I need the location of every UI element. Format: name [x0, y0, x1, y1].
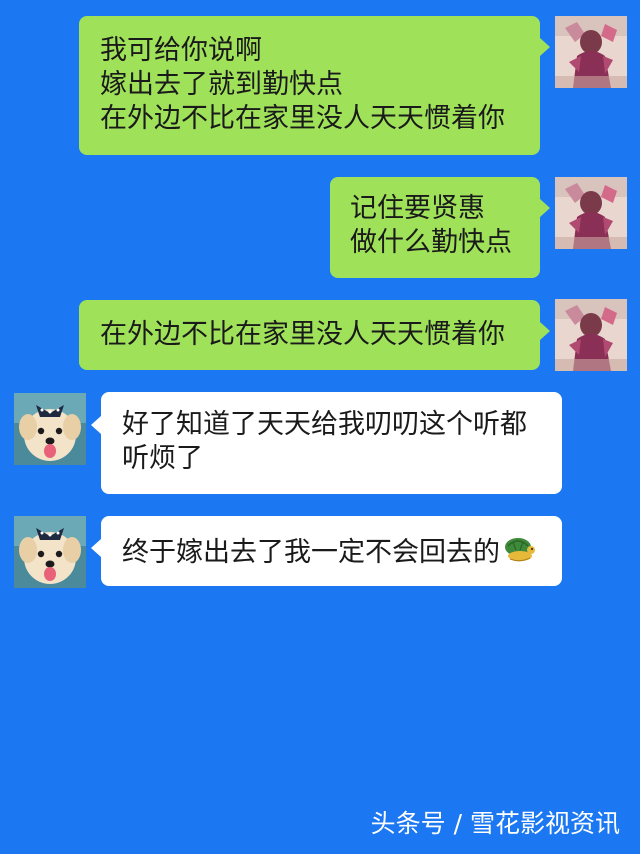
message-line: 好了知道了天天给我叨叨这个听都	[122, 409, 527, 440]
message-bubble-sent[interactable]: 记住要贤惠 做什么勤快点	[330, 177, 540, 278]
message-text: 终于嫁出去了我一定不会回去的	[122, 537, 500, 568]
bubble-tail	[540, 38, 550, 56]
avatar-me[interactable]	[555, 16, 627, 88]
message-line: 在外边不比在家里没人天天惯着你	[100, 319, 505, 350]
avatar-dog[interactable]	[14, 516, 86, 588]
message-bubble-sent[interactable]: 在外边不比在家里没人天天惯着你	[79, 300, 540, 370]
message-line: 终于嫁出去了我一定不会回去的	[122, 534, 562, 573]
message-line: 我可给你说啊	[100, 35, 262, 66]
message-line: 嫁出去了就到勤快点	[100, 69, 343, 100]
avatar-me[interactable]	[555, 299, 627, 371]
chat-screen: 我可给你说啊 嫁出去了就到勤快点 在外边不比在家里没人天天惯着你 记住要贤惠 做…	[0, 0, 640, 854]
message-bubble-received[interactable]: 好了知道了天天给我叨叨这个听都 听烦了	[101, 392, 562, 494]
bubble-tail	[540, 322, 550, 340]
bubble-tail	[91, 416, 101, 434]
watermark-text: 头条号 / 雪花影视资讯	[370, 809, 620, 838]
message-bubble-sent[interactable]: 我可给你说啊 嫁出去了就到勤快点 在外边不比在家里没人天天惯着你	[79, 16, 540, 155]
message-line: 做什么勤快点	[350, 227, 512, 258]
message-line: 听烦了	[122, 443, 203, 474]
avatar-dog[interactable]	[14, 393, 86, 465]
bubble-tail	[91, 539, 101, 557]
avatar-me[interactable]	[555, 177, 627, 249]
bubble-tail	[540, 199, 550, 217]
message-bubble-received[interactable]: 终于嫁出去了我一定不会回去的	[101, 516, 562, 586]
message-line: 记住要贤惠	[350, 193, 485, 224]
turtle-emoji-icon	[502, 534, 536, 573]
message-line: 在外边不比在家里没人天天惯着你	[100, 103, 505, 134]
